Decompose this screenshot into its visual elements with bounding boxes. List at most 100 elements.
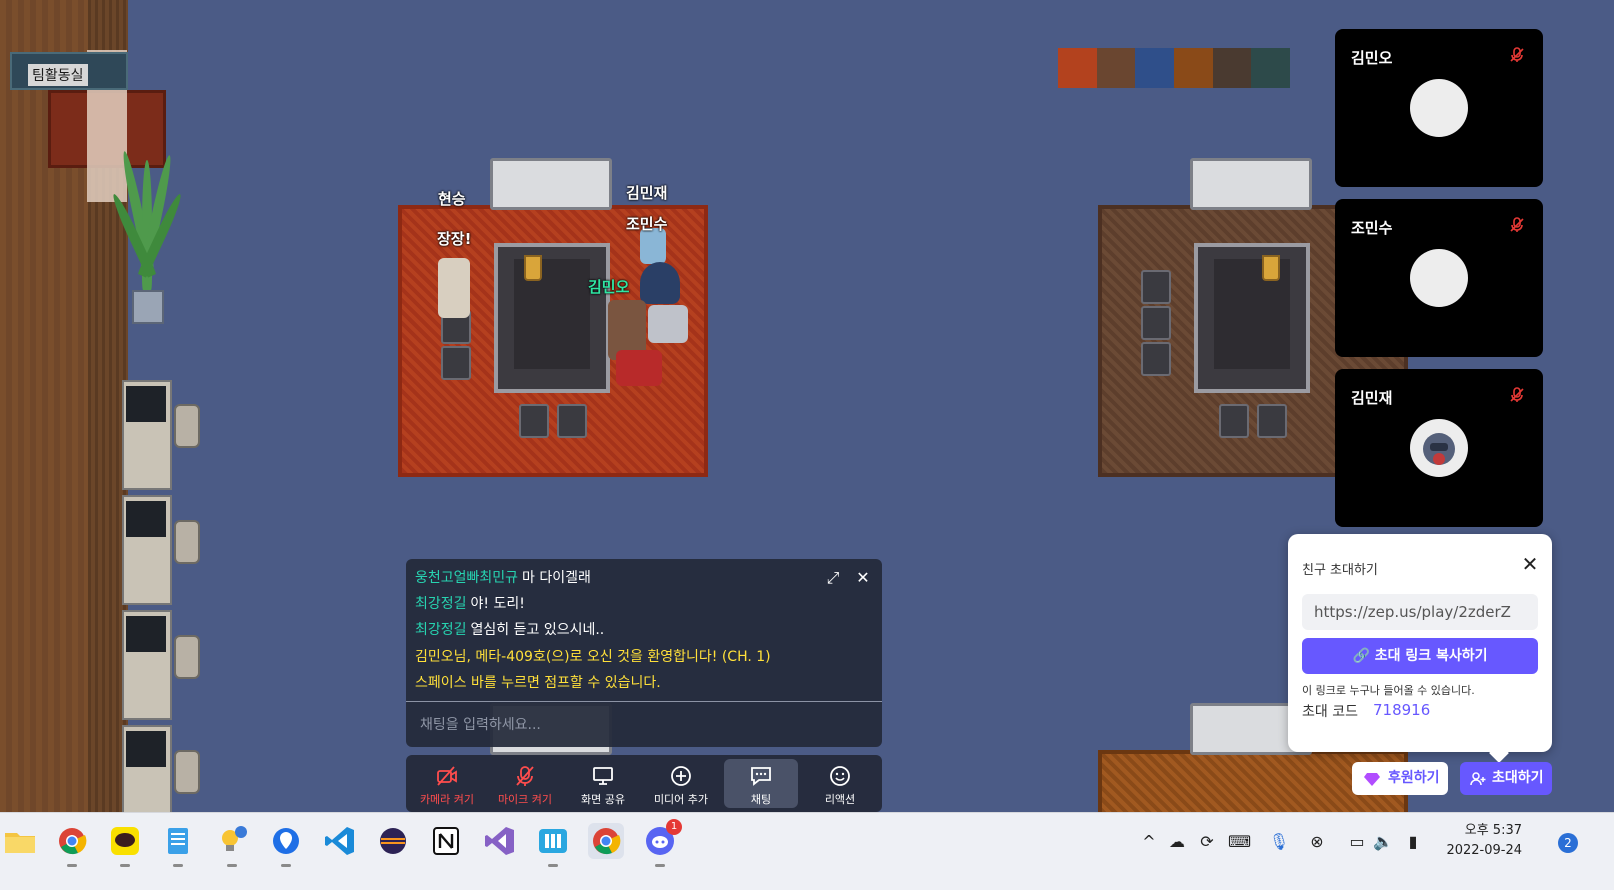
pencil-cup	[524, 255, 542, 281]
chat-text: 야! 도리!	[470, 596, 525, 612]
discord-badge: 1	[666, 819, 682, 835]
sponsor-button[interactable]: 후원하기	[1352, 762, 1448, 795]
clock-date: 2022-09-24	[1446, 843, 1522, 858]
map-pin-icon[interactable]	[268, 823, 304, 867]
notification-badge[interactable]: 2	[1558, 833, 1578, 853]
chat-input[interactable]	[406, 702, 882, 747]
chair	[1141, 306, 1171, 340]
mic-button[interactable]: 마이크 켜기	[486, 755, 564, 812]
camera-button[interactable]: 카메라 켜기	[408, 755, 486, 812]
file-explorer-icon[interactable]	[2, 823, 38, 859]
kakaotalk-icon[interactable]	[107, 823, 143, 867]
chat-label: 채팅	[750, 793, 772, 806]
chrome-icon[interactable]	[54, 823, 90, 867]
invite-url-field[interactable]	[1302, 594, 1538, 630]
cloud-icon[interactable]: ☁	[1166, 831, 1188, 853]
chair	[441, 346, 471, 380]
screen-share-label: 화면 공유	[581, 793, 625, 806]
plus-circle-icon	[671, 766, 691, 786]
reaction-label: 리액션	[824, 793, 856, 806]
invite-button[interactable]: 초대하기	[1460, 762, 1552, 795]
avatar-cart	[648, 305, 688, 343]
sponsor-label: 후원하기	[1388, 770, 1440, 786]
visual-studio-icon[interactable]	[482, 823, 518, 859]
chevron-up-icon[interactable]: ^	[1138, 831, 1160, 853]
gem-icon	[1364, 773, 1380, 786]
chair	[557, 404, 587, 438]
microphone-icon[interactable]: 🎙	[1268, 831, 1290, 853]
video-placeholder	[1410, 249, 1468, 307]
chrome-active-icon[interactable]	[588, 823, 624, 859]
chair	[1257, 404, 1287, 438]
avatar-name-jangjang: 장장!	[437, 230, 472, 248]
mic-off-icon	[516, 766, 534, 786]
pencil-cup	[1262, 255, 1280, 281]
floor-tile-swatches	[1058, 48, 1291, 88]
chat-bubble-icon	[751, 767, 771, 786]
chat-button[interactable]: 채팅	[724, 759, 798, 808]
avatar	[1410, 419, 1468, 477]
system-message: 김민오님, 메타-409호(으)로 오신 것을 환영합니다! (CH. 1)	[415, 649, 771, 665]
windows-taskbar: 1 ^ ☁ ⟳ ⌨ 🎙 ⊗ ▭ 🔈 ▮ 오후 5:37 2022-09-24 2	[0, 812, 1614, 890]
chat-message: 최강정길 열심히 듣고 있으시네..	[415, 619, 604, 639]
notion-icon[interactable]	[428, 823, 464, 859]
avatar-jangjang[interactable]	[438, 258, 470, 318]
battery-icon[interactable]: ▮	[1402, 831, 1424, 853]
chat-text: 마 다이겔래	[522, 570, 591, 586]
camera-label: 카메라 켜기	[419, 793, 475, 806]
screen-share-button[interactable]: 화면 공유	[564, 755, 642, 812]
room-sign-label: 팀활동실	[28, 64, 88, 86]
potted-plant	[109, 150, 185, 325]
smiley-icon	[830, 766, 850, 786]
video-tile-name: 김민오	[1351, 49, 1393, 67]
sync-icon[interactable]: ⟳	[1196, 831, 1218, 853]
video-tile-name: 조민수	[1351, 219, 1393, 237]
eclipse-icon[interactable]	[375, 823, 411, 859]
avatar-name-kimminjae: 김민재	[626, 184, 668, 202]
video-tile-name: 김민재	[1351, 389, 1393, 407]
clock-time: 오후 5:37	[1464, 823, 1522, 838]
video-tile-jominsu[interactable]: 조민수	[1335, 199, 1543, 357]
copy-invite-link-label: 초대 링크 복사하기	[1374, 648, 1488, 664]
add-media-button[interactable]: 미디어 추가	[642, 755, 720, 812]
close-circle-icon[interactable]: ⊗	[1306, 831, 1328, 853]
chair	[1141, 342, 1171, 376]
video-tile-kimminjae[interactable]: 김민재	[1335, 369, 1543, 527]
chat-nick: 최강정길	[415, 622, 467, 638]
mic-off-icon	[1510, 217, 1524, 232]
mic-off-icon	[1510, 387, 1524, 402]
invite-popup: 친구 초대하기 ✕ 🔗 초대 링크 복사하기 이 링크로 누구나 들어올 수 있…	[1288, 534, 1552, 763]
network-icon[interactable]: ▭	[1346, 831, 1368, 853]
speaker-icon[interactable]: 🔈	[1372, 831, 1394, 853]
system-message: 스페이스 바를 누르면 점프할 수 있습니다.	[415, 675, 661, 691]
expand-icon[interactable]: ⤢	[824, 569, 842, 587]
keyboard-icon[interactable]: ⌨	[1228, 831, 1251, 853]
discord-icon[interactable]: 1	[642, 819, 682, 867]
chair	[1219, 404, 1249, 438]
vscode-icon[interactable]	[322, 823, 358, 859]
copy-invite-link-button[interactable]: 🔗 초대 링크 복사하기	[1302, 638, 1538, 674]
mic-label: 마이크 켜기	[497, 793, 553, 806]
media-toolbar: 카메라 켜기 마이크 켜기 화면 공유 미디어 추가 채팅 리액션	[406, 755, 882, 812]
ideas-icon[interactable]	[214, 823, 250, 867]
invite-title: 친구 초대하기	[1302, 563, 1378, 578]
invite-code-label: 초대 코드	[1302, 704, 1358, 720]
whiteboard	[490, 158, 612, 210]
close-icon[interactable]: ✕	[854, 569, 872, 587]
notepad-icon[interactable]	[160, 823, 196, 867]
chat-nick: 웅천고얼빠최민규	[415, 570, 519, 586]
meeting-table	[494, 243, 610, 393]
office-desks	[122, 380, 202, 835]
camera-off-icon	[437, 766, 457, 786]
close-icon[interactable]: ✕	[1520, 554, 1540, 574]
reaction-button[interactable]: 리액션	[801, 755, 879, 812]
app-icon[interactable]	[535, 823, 571, 867]
monitor-icon	[593, 767, 613, 785]
system-clock[interactable]: 오후 5:37 2022-09-24	[1446, 821, 1522, 861]
video-tile-kimminoh[interactable]: 김민오	[1335, 29, 1543, 187]
invite-label: 초대하기	[1492, 770, 1544, 786]
mic-off-icon	[1510, 47, 1524, 62]
avatar-kimminjae[interactable]	[640, 262, 680, 304]
chair	[1141, 270, 1171, 304]
avatar-name-self: 김민오	[588, 278, 630, 296]
